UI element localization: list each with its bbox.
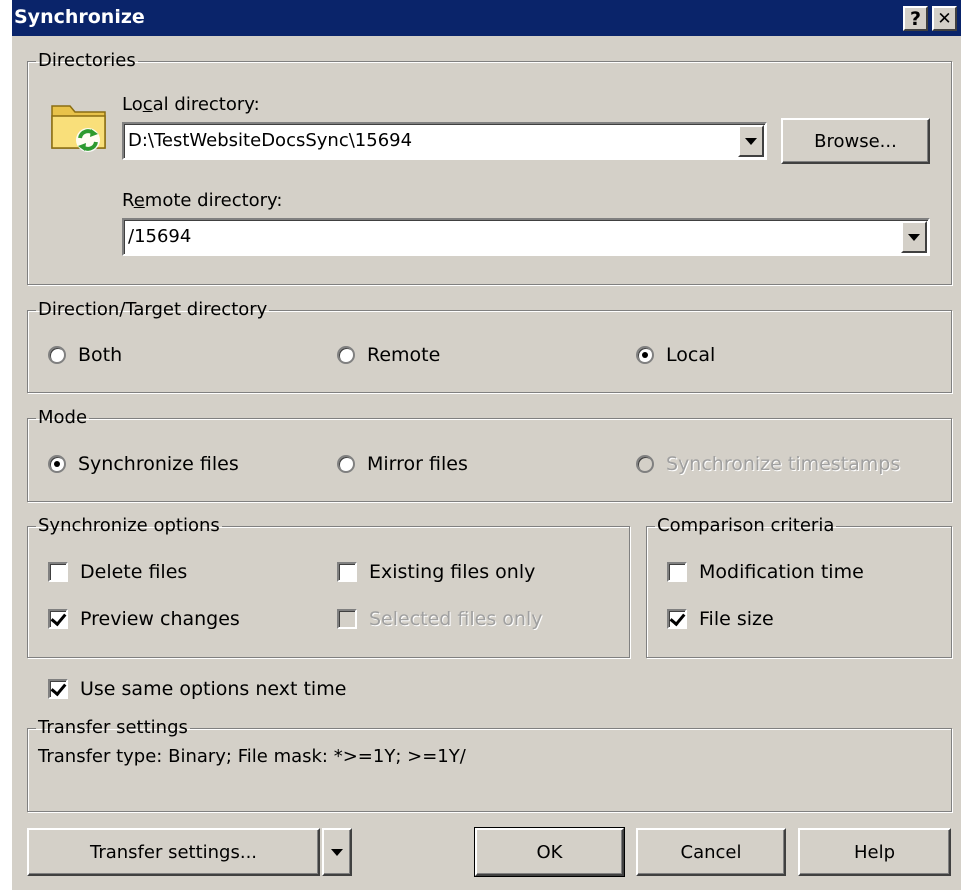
use-same-options-checkbox[interactable]: Use same options next time bbox=[48, 677, 346, 701]
delete-files-label: Delete files bbox=[80, 561, 188, 583]
radio-circle bbox=[48, 346, 66, 364]
direction-both-radio[interactable]: Both bbox=[48, 343, 122, 367]
synchronize-options-legend: Synchronize options bbox=[38, 515, 220, 536]
file-size-label: File size bbox=[699, 608, 774, 630]
cancel-button[interactable]: Cancel bbox=[636, 828, 786, 876]
delete-files-checkbox[interactable]: Delete files bbox=[48, 560, 187, 584]
comparison-criteria-group: Comparison criteria bbox=[646, 517, 952, 658]
radio-circle bbox=[337, 346, 355, 364]
file-size-checkbox[interactable]: File size bbox=[667, 607, 774, 631]
folder-sync-icon bbox=[51, 105, 106, 152]
chevron-down-icon bbox=[745, 138, 757, 145]
mirror-files-label: Mirror files bbox=[367, 453, 468, 475]
window-title: Synchronize bbox=[14, 6, 145, 28]
direction-remote-radio[interactable]: Remote bbox=[337, 343, 440, 367]
direction-local-label: Local bbox=[666, 344, 716, 366]
checkbox-box bbox=[48, 562, 68, 582]
preview-changes-checkbox[interactable]: Preview changes bbox=[48, 607, 240, 631]
checkbox-box-checked bbox=[48, 679, 68, 699]
help-title-button[interactable]: ? bbox=[903, 6, 928, 31]
direction-legend: Direction/Target directory bbox=[38, 299, 268, 320]
local-directory-dropdown-button[interactable] bbox=[738, 125, 764, 157]
direction-local-radio[interactable]: Local bbox=[636, 343, 715, 367]
mode-mirror-files-radio[interactable]: Mirror files bbox=[337, 452, 468, 476]
comparison-criteria-legend: Comparison criteria bbox=[657, 515, 835, 536]
transfer-settings-summary: Transfer type: Binary; File mask: *>=1Y;… bbox=[38, 746, 466, 767]
synchronize-options-group: Synchronize options bbox=[27, 517, 630, 658]
synchronize-timestamps-label: Synchronize timestamps bbox=[666, 453, 901, 475]
selected-files-only-label: Selected files only bbox=[369, 608, 543, 630]
checkbox-box-checked bbox=[48, 609, 68, 629]
help-button[interactable]: Help bbox=[798, 828, 951, 876]
transfer-settings-legend: Transfer settings bbox=[38, 717, 188, 738]
direction-both-label: Both bbox=[78, 344, 123, 366]
modification-time-label: Modification time bbox=[699, 561, 864, 583]
modification-time-checkbox[interactable]: Modification time bbox=[667, 560, 864, 584]
existing-files-only-label: Existing files only bbox=[369, 561, 536, 583]
ok-button[interactable]: OK bbox=[474, 827, 625, 877]
synchronize-files-label: Synchronize files bbox=[78, 453, 239, 475]
remote-directory-dropdown-button[interactable] bbox=[901, 221, 927, 253]
mode-synchronize-files-radio[interactable]: Synchronize files bbox=[48, 452, 239, 476]
use-same-options-label: Use same options next time bbox=[80, 678, 347, 700]
checkbox-box-checked bbox=[667, 609, 687, 629]
existing-files-only-checkbox[interactable]: Existing files only bbox=[337, 560, 535, 584]
title-bar: Synchronize ? ✕ bbox=[12, 0, 961, 36]
transfer-settings-button[interactable]: Transfer settings... bbox=[27, 828, 320, 876]
chevron-down-icon bbox=[908, 234, 920, 241]
mode-legend: Mode bbox=[38, 407, 88, 428]
radio-circle-selected bbox=[636, 346, 654, 364]
checkbox-box bbox=[667, 562, 687, 582]
remote-directory-label: Remote directory: bbox=[122, 190, 283, 211]
direction-remote-label: Remote bbox=[367, 344, 441, 366]
remote-directory-value: /15694 bbox=[128, 226, 192, 247]
local-directory-combo[interactable]: D:\TestWebsiteDocsSync\15694 bbox=[122, 122, 767, 160]
local-directory-label: Local directory: bbox=[122, 94, 260, 115]
checkbox-box-disabled bbox=[337, 609, 357, 629]
remote-directory-combo[interactable]: /15694 bbox=[122, 218, 930, 256]
direction-group: Direction/Target directory bbox=[27, 301, 952, 393]
chevron-down-icon bbox=[331, 848, 343, 856]
radio-circle bbox=[337, 455, 355, 473]
transfer-settings-dropdown-button[interactable] bbox=[322, 828, 352, 876]
radio-circle-selected bbox=[48, 455, 66, 473]
browse-button[interactable]: Browse... bbox=[781, 118, 930, 164]
directories-legend: Directories bbox=[38, 50, 136, 71]
preview-changes-label: Preview changes bbox=[80, 608, 240, 630]
checkbox-box bbox=[337, 562, 357, 582]
close-button[interactable]: ✕ bbox=[932, 6, 957, 31]
synchronize-dialog: Synchronize ? ✕ Directories Local direct… bbox=[10, 0, 961, 890]
mode-synchronize-timestamps-radio: Synchronize timestamps bbox=[636, 452, 900, 476]
local-directory-value: D:\TestWebsiteDocsSync\15694 bbox=[128, 130, 413, 151]
selected-files-only-checkbox: Selected files only bbox=[337, 607, 542, 631]
radio-circle-disabled bbox=[636, 455, 654, 473]
